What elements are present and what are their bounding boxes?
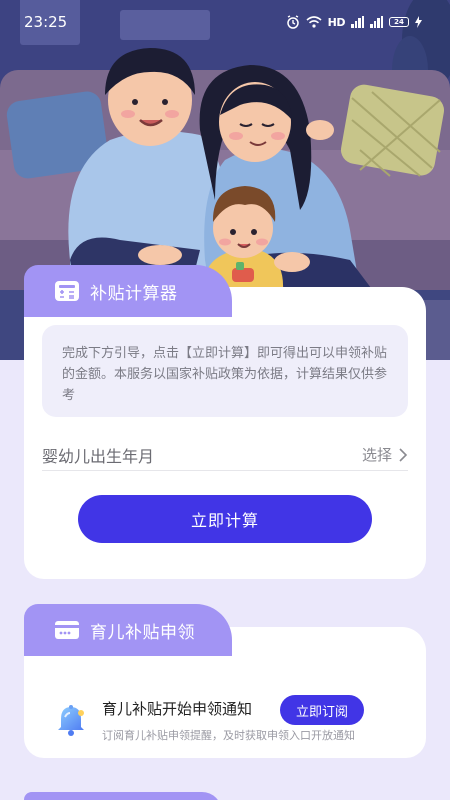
signal-icon [351, 16, 364, 28]
birth-date-label: 婴幼儿出生年月 [42, 446, 155, 466]
battery-level: 24 [394, 18, 404, 26]
calculator-icon [55, 281, 79, 301]
subsidy-tab: 育儿补贴申领 [24, 604, 232, 656]
bell-icon [58, 705, 84, 736]
notify-title: 育儿补贴开始申领通知 [102, 700, 253, 718]
subscribe-button[interactable]: 立即订阅 [280, 695, 364, 725]
birth-date-select[interactable]: 选择 [362, 444, 408, 465]
battery-icon: 24 [389, 17, 409, 27]
birth-date-row[interactable]: 婴幼儿出生年月 选择 [42, 439, 408, 471]
intro-box: 完成下方引导，点击【立即计算】即可得出可以申领补贴的金额。本服务以国家补贴政策为… [42, 325, 408, 417]
status-time: 23:25 [24, 13, 68, 31]
charging-icon [415, 16, 422, 28]
calculate-button[interactable]: 立即计算 [78, 495, 372, 543]
calculator-tab: 补贴计算器 [24, 265, 232, 317]
select-label: 选择 [361, 446, 392, 464]
status-icons: HD 24 [286, 15, 422, 29]
signal-icon-2 [370, 16, 383, 28]
card-icon [55, 621, 79, 639]
status-bar: 23:25 HD 24 [0, 0, 450, 44]
next-section-tab [24, 792, 222, 800]
alarm-icon [286, 15, 299, 29]
network-label: HD [327, 15, 346, 29]
wifi-icon [306, 16, 322, 28]
calculator-card: 完成下方引导，点击【立即计算】即可得出可以申领补贴的金额。本服务以国家补贴政策为… [24, 287, 426, 579]
calculator-tab-title: 补贴计算器 [90, 283, 178, 304]
subsidy-tab-title: 育儿补贴申领 [90, 622, 195, 643]
intro-text: 完成下方引导，点击【立即计算】即可得出可以申领补贴的金额。本服务以国家补贴政策为… [62, 346, 388, 403]
chevron-right-icon [399, 447, 408, 462]
notify-description: 订阅育儿补贴申领提醒，及时获取申领入口开放通知 [102, 729, 355, 742]
